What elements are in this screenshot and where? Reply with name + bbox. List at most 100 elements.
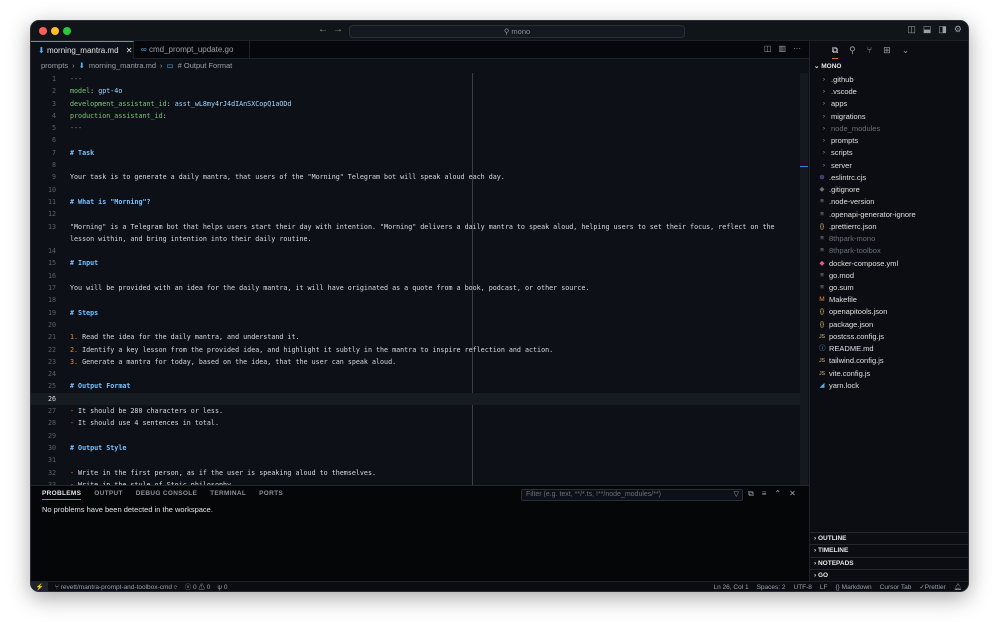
bell-icon[interactable]: 🔔︎ xyxy=(954,582,962,591)
maximize-panel-icon[interactable]: ⌃ xyxy=(774,489,781,499)
file-tree-item[interactable]: {} package.json xyxy=(810,319,968,331)
code-line[interactable]: 27 - It should be 280 characters or less. xyxy=(31,405,801,417)
explorer-root[interactable]: ⌄ MONO xyxy=(814,62,842,70)
panel-tab-terminal[interactable]: TERMINAL xyxy=(210,490,246,500)
extensions-icon[interactable]: ⊞ xyxy=(883,41,891,59)
code-line[interactable]: 5 --- xyxy=(31,122,801,134)
filter-icon[interactable]: ▽ xyxy=(734,490,739,500)
maximize-window-button[interactable] xyxy=(63,27,71,35)
code-line[interactable]: 9 Your task is to generate a daily mantra… xyxy=(31,171,801,183)
panel-tab-debug-console[interactable]: DEBUG CONSOLE xyxy=(136,490,197,500)
collapse-all-icon[interactable]: ⧉ xyxy=(748,489,754,499)
toggle-panel-icon[interactable]: ⬓ xyxy=(923,24,932,35)
code-line[interactable]: 13 "Morning" is a Telegram bot that helps… xyxy=(31,221,801,246)
panel-tab-problems[interactable]: PROBLEMS xyxy=(42,490,82,500)
file-tree-item[interactable]: {} .prettierrc.json xyxy=(810,221,968,233)
code-line[interactable]: 28 - It should use 4 sentences in total. xyxy=(31,417,801,429)
back-arrow-icon[interactable]: ← xyxy=(318,24,328,35)
problems-count[interactable]: ⓧ 0 ⚠ 0 xyxy=(185,582,211,591)
toggle-secondary-sidebar-icon[interactable]: ◨ xyxy=(938,24,947,35)
section-go[interactable]: › GO xyxy=(810,568,968,581)
code-line[interactable]: 21 1. Read the idea for the daily mantra,… xyxy=(31,331,801,343)
panel-tab-ports[interactable]: PORTS xyxy=(259,490,283,500)
breadcrumb-symbol[interactable]: # Output Format xyxy=(178,61,233,70)
section-timeline[interactable]: › TIMELINE xyxy=(810,544,968,556)
gear-icon[interactable]: ⚙ xyxy=(954,24,962,35)
close-panel-icon[interactable]: ✕ xyxy=(789,489,796,499)
code-line[interactable]: 22 2. Identify a key lesson from the prov… xyxy=(31,344,801,356)
code-line[interactable]: 17 You will be provided with an idea for … xyxy=(31,282,801,294)
file-tree-item[interactable]: JS vite.config.js xyxy=(810,368,968,380)
close-window-button[interactable] xyxy=(39,27,47,35)
indentation[interactable]: Spaces: 2 xyxy=(757,582,786,591)
chevron-down-icon[interactable]: ⌄ xyxy=(902,41,910,59)
file-tree-item[interactable]: ◆ docker-compose.yml xyxy=(810,258,968,270)
tab-cmd-prompt-update[interactable]: ∞ cmd_prompt_update.go xyxy=(134,41,250,59)
file-tree-item[interactable]: ≡ 8thpark-mono xyxy=(810,233,968,245)
open-preview-icon[interactable]: ◫ xyxy=(764,44,772,53)
editor-scrollbar[interactable] xyxy=(800,73,808,485)
breadcrumb-file[interactable]: morning_mantra.md xyxy=(89,61,156,70)
tab-morning-mantra[interactable]: ⬇ morning_mantra.md ✕ xyxy=(31,41,134,59)
file-tree-item[interactable]: › node_modules xyxy=(810,123,968,135)
code-line[interactable]: 2 model: gpt-4o xyxy=(31,85,801,97)
branch-item[interactable]: ⑂ revett/mantra-prompt-and-toolbox-cmd ⟳ xyxy=(55,582,178,591)
code-line[interactable]: 24 xyxy=(31,368,801,380)
file-tree-item[interactable]: ≡ .openapi-generator-ignore xyxy=(810,209,968,221)
source-control-icon[interactable]: ⑂ xyxy=(867,41,872,59)
code-line[interactable]: 14 xyxy=(31,245,801,257)
code-line[interactable]: 25 # Output Format xyxy=(31,380,801,392)
language-mode[interactable]: {} Markdown xyxy=(836,582,872,591)
breadcrumb-folder[interactable]: prompts xyxy=(41,61,68,70)
file-tree-item[interactable]: ≡ go.mod xyxy=(810,270,968,282)
file-tree-item[interactable]: ≡ 8thpark-toolbox xyxy=(810,245,968,257)
code-line[interactable]: 12 xyxy=(31,208,801,220)
code-line[interactable]: 10 xyxy=(31,184,801,196)
file-tree-item[interactable]: JS postcss.config.js xyxy=(810,331,968,343)
panel-tab-output[interactable]: OUTPUT xyxy=(94,490,123,500)
file-tree-item[interactable]: ⓘ README.md xyxy=(810,343,968,355)
code-line[interactable]: 16 xyxy=(31,270,801,282)
file-tree-item[interactable]: M Makefile xyxy=(810,294,968,306)
editor-lines[interactable]: 1 --- 2 model: gpt-4o 3 development_assistant… xyxy=(31,73,801,485)
encoding[interactable]: UTF-8 xyxy=(794,582,812,591)
file-tree-item[interactable]: ⊛ .eslintrc.cjs xyxy=(810,172,968,184)
file-tree-item[interactable]: › prompts xyxy=(810,135,968,147)
explorer-icon[interactable]: ⧉ xyxy=(831,41,839,59)
remote-icon[interactable]: ⚡ xyxy=(31,582,48,591)
command-search-box[interactable]: ⚲ mono xyxy=(349,25,685,38)
section-notepads[interactable]: › NOTEPADS xyxy=(810,556,968,569)
search-icon[interactable]: ⚲ xyxy=(849,41,856,59)
code-line[interactable]: 15 # Input xyxy=(31,257,801,269)
code-line[interactable]: 29 xyxy=(31,430,801,442)
file-tree-item[interactable]: JS tailwind.config.js xyxy=(810,355,968,367)
file-tree-item[interactable]: › apps xyxy=(810,98,968,110)
file-tree-item[interactable]: › server xyxy=(810,160,968,172)
code-line[interactable]: 32 - Write in the first person, as if the… xyxy=(31,467,801,479)
cursor-position[interactable]: Ln 26, Col 1 xyxy=(714,582,749,591)
code-line[interactable]: 6 xyxy=(31,134,801,146)
code-line[interactable]: 11 # What is "Morning"? xyxy=(31,196,801,208)
code-line[interactable]: 8 xyxy=(31,159,801,171)
code-line[interactable]: 7 # Task xyxy=(31,147,801,159)
ports-item[interactable]: ψ 0 xyxy=(217,582,227,591)
split-editor-icon[interactable]: ▥ xyxy=(778,44,786,53)
close-icon[interactable]: ✕ xyxy=(126,46,133,55)
end-of-line[interactable]: LF xyxy=(820,582,828,591)
file-tree-item[interactable]: › .vscode xyxy=(810,86,968,98)
view-as-list-icon[interactable]: ≡ xyxy=(762,489,767,499)
file-tree-item[interactable]: {} openapitools.json xyxy=(810,306,968,318)
code-line[interactable]: 4 production_assistant_id: xyxy=(31,110,801,122)
forward-arrow-icon[interactable]: → xyxy=(333,24,343,35)
code-line[interactable]: 18 xyxy=(31,294,801,306)
code-line[interactable]: 31 xyxy=(31,454,801,466)
code-line[interactable]: 26 xyxy=(31,392,801,406)
file-tree-item[interactable]: › migrations xyxy=(810,111,968,123)
file-tree-item[interactable]: › .github xyxy=(810,74,968,86)
file-tree-item[interactable]: ≡ .node-version xyxy=(810,196,968,208)
file-tree-item[interactable]: ◆ .gitignore xyxy=(810,184,968,196)
code-editor[interactable]: 1 --- 2 model: gpt-4o 3 development_assistant… xyxy=(31,59,809,485)
code-line[interactable]: 23 3. Generate a mantra for today, based … xyxy=(31,356,801,368)
code-line[interactable]: 20 xyxy=(31,319,801,331)
code-line[interactable]: 1 --- xyxy=(31,73,801,85)
